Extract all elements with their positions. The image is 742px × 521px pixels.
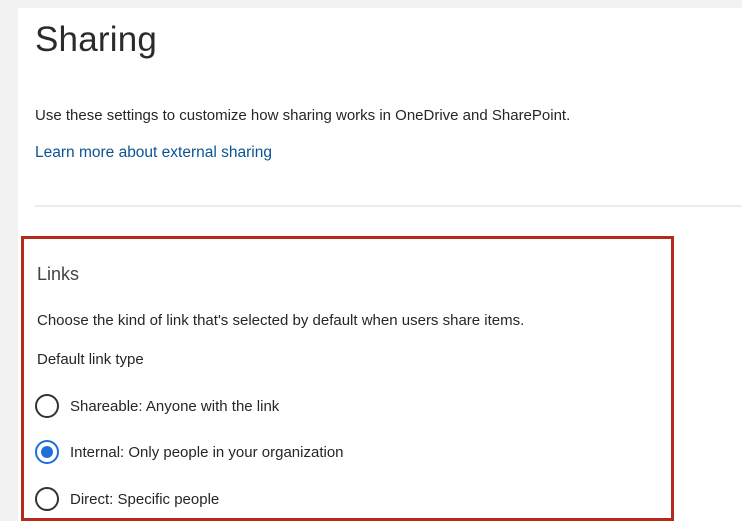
links-section-title: Links — [37, 264, 80, 284]
radio-option-shareable[interactable]: Shareable: Anyone with the link — [35, 394, 279, 418]
radio-button-internal[interactable] — [35, 440, 59, 464]
radio-label-internal: Internal: Only people in your organizati… — [70, 443, 344, 461]
radio-option-direct[interactable]: Direct: Specific people — [35, 487, 219, 511]
radio-label-direct: Direct: Specific people — [70, 490, 220, 508]
links-section-description: Choose the kind of link that's selected … — [37, 312, 525, 329]
page-description: Use these settings to customize how shar… — [35, 107, 571, 124]
learn-more-external-sharing-link[interactable]: Learn more about external sharing — [35, 144, 272, 162]
page-title: Sharing — [35, 20, 158, 59]
links-section: Links Choose the kind of link that's sel… — [21, 236, 674, 521]
section-divider — [35, 205, 742, 207]
sharing-settings-panel: Sharing Use these settings to customize … — [18, 8, 742, 521]
radio-button-direct[interactable] — [35, 487, 59, 511]
default-link-type-label: Default link type — [37, 351, 144, 368]
radio-option-internal[interactable]: Internal: Only people in your organizati… — [35, 440, 344, 464]
radio-button-shareable[interactable] — [35, 394, 59, 418]
radio-label-shareable: Shareable: Anyone with the link — [70, 397, 280, 415]
